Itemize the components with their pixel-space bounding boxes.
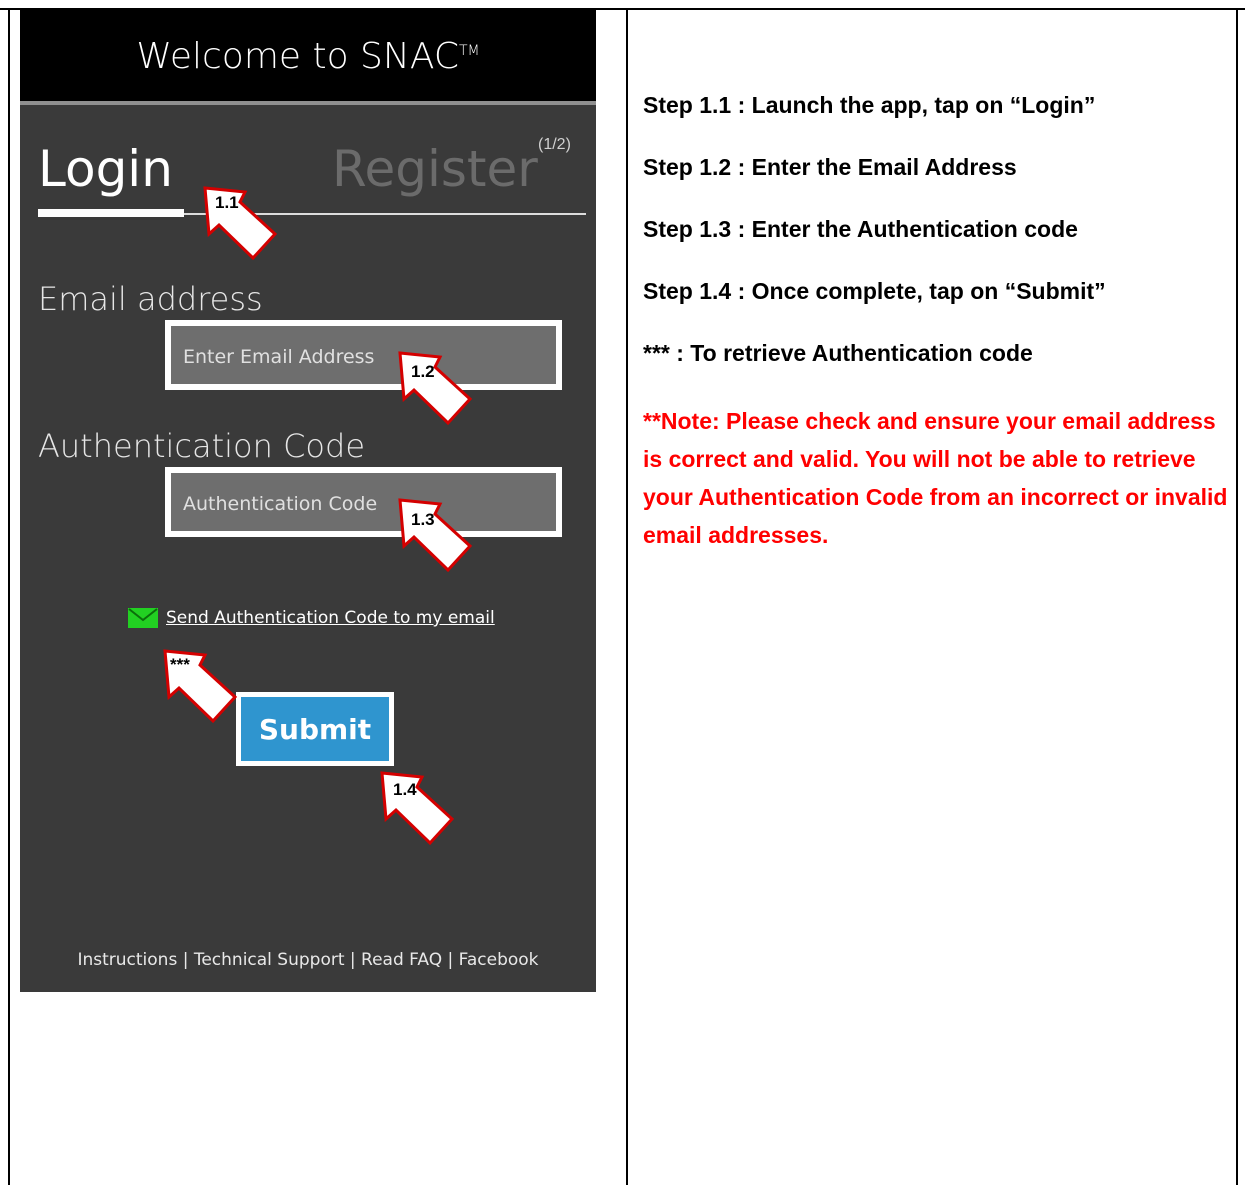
callout-label-send-code: *** [170, 655, 190, 674]
send-auth-code-text: Send Authentication Code to my email [166, 608, 495, 628]
email-field[interactable]: Enter Email Address [165, 320, 562, 390]
callout-label-1-3: 1.3 [411, 510, 435, 529]
auth-code-field[interactable]: Authentication Code [165, 467, 562, 537]
tab-login[interactable]: Login [38, 140, 173, 198]
header-title-text: Welcome to SNAC [136, 36, 459, 77]
app-header: Welcome to SNACTM [20, 10, 596, 105]
warning-note: **Note: Please check and ensure your ema… [643, 408, 1228, 548]
tab-register[interactable]: Register [332, 140, 538, 198]
submit-button[interactable]: Submit [241, 697, 389, 761]
steps-list: Step 1.1 : Launch the app, tap on “Login… [643, 92, 1233, 554]
send-auth-code-link[interactable]: Send Authentication Code to my email [128, 608, 495, 628]
arrow-pointer-icon [203, 186, 278, 261]
callout-label-1-1: 1.1 [215, 193, 239, 212]
arrow-pointer-icon [398, 351, 473, 426]
table-left-border [8, 8, 10, 1185]
trademark-symbol: TM [458, 43, 480, 59]
app-header-title: Welcome to SNACTM [20, 36, 596, 77]
arrow-pointer-icon [398, 498, 473, 573]
step-1-2: Step 1.2 : Enter the Email Address [643, 154, 1017, 180]
step-1-3: Step 1.3 : Enter the Authentication code [643, 216, 1078, 242]
email-label: Email address [38, 280, 263, 318]
callout-label-1-2: 1.2 [411, 362, 435, 381]
auth-code-label: Authentication Code [38, 427, 365, 465]
email-placeholder: Enter Email Address [183, 346, 375, 368]
auth-code-placeholder: Authentication Code [183, 493, 378, 515]
app-screenshot: Welcome to SNACTM Login Register (1/2) E… [20, 10, 596, 992]
mail-icon [128, 608, 158, 628]
register-step-counter: (1/2) [538, 136, 571, 153]
footer-links[interactable]: Instructions | Technical Support | Read … [20, 950, 596, 970]
step-1-1: Step 1.1 : Launch the app, tap on “Login… [643, 92, 1096, 118]
step-retrieve-code: *** : To retrieve Authentication code [643, 340, 1033, 366]
table-column-divider [626, 8, 628, 1185]
arrow-pointer-icon [163, 649, 238, 724]
arrow-pointer-icon [380, 771, 455, 846]
callout-label-1-4: 1.4 [393, 780, 417, 799]
tab-active-indicator [38, 209, 184, 217]
step-1-4: Step 1.4 : Once complete, tap on “Submit… [643, 278, 1106, 304]
table-right-border [1236, 8, 1238, 1185]
